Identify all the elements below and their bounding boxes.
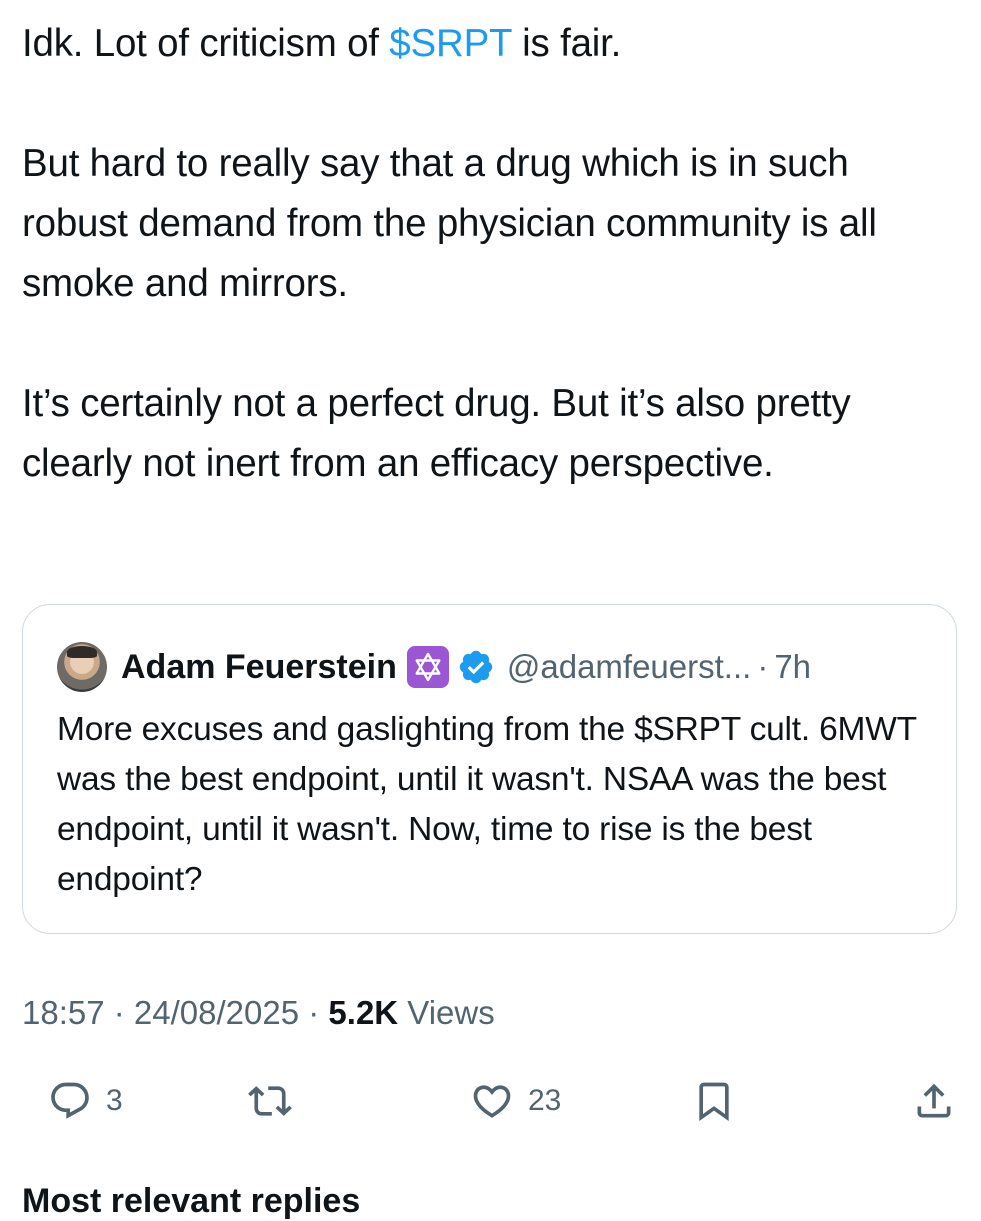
tweet-text-segment: is fair. (511, 22, 622, 65)
like-count: 23 (528, 1084, 562, 1117)
bookmark-button[interactable] (692, 1076, 736, 1126)
separator-dot: · (757, 648, 769, 685)
tweet-text: Idk. Lot of criticism of $SRPT is fair. … (22, 14, 952, 494)
tweet-date[interactable]: 24/08/2025 (134, 994, 299, 1031)
reply-icon (48, 1079, 92, 1123)
tweet-paragraph-3: It’s certainly not a perfect drug. But i… (22, 382, 851, 485)
cashtag-link[interactable]: $SRPT (389, 22, 512, 65)
quoted-tweet-card[interactable]: Adam Feuerstein @adamfeuerst... · 7h Mor… (22, 604, 957, 934)
repost-icon (248, 1079, 292, 1123)
views-label: Views (398, 994, 495, 1031)
separator-dot: · (104, 994, 134, 1031)
share-icon (912, 1079, 956, 1123)
quoted-tweet-text: More excuses and gaslighting from the $S… (57, 711, 917, 898)
reply-count: 3 (106, 1084, 123, 1117)
repost-button[interactable] (248, 1076, 292, 1126)
quoted-author-name[interactable]: Adam Feuerstein (121, 648, 397, 687)
views-count: 5.2K (328, 994, 399, 1031)
quoted-author-handle[interactable]: @adamfeuerst... (507, 648, 751, 686)
tweet-meta: 18:57 · 24/08/2025 · 5.2K Views (22, 994, 495, 1032)
bookmark-icon (692, 1079, 736, 1123)
reply-button[interactable]: 3 (48, 1076, 123, 1126)
replies-sort-heading[interactable]: Most relevant replies (22, 1182, 360, 1221)
separator-dot: · (299, 994, 329, 1031)
tweet-paragraph-2: But hard to really say that a drug which… (22, 142, 877, 305)
verified-badge-icon (457, 648, 495, 686)
tweet-paragraph-1: Idk. Lot of criticism of $SRPT is fair. (22, 14, 952, 74)
share-button[interactable] (912, 1076, 956, 1126)
like-button[interactable]: 23 (470, 1076, 561, 1126)
tweet-text-segment: Idk. Lot of criticism of (22, 22, 390, 65)
avatar[interactable] (57, 642, 107, 692)
quoted-tweet-header: Adam Feuerstein @adamfeuerst... · 7h (57, 637, 811, 697)
quoted-tweet-time[interactable]: 7h (774, 648, 811, 686)
tweet-time[interactable]: 18:57 (22, 994, 105, 1031)
star-of-david-icon (406, 646, 449, 688)
heart-icon (470, 1079, 514, 1123)
replies-sort-label: Most relevant replies (22, 1182, 361, 1220)
